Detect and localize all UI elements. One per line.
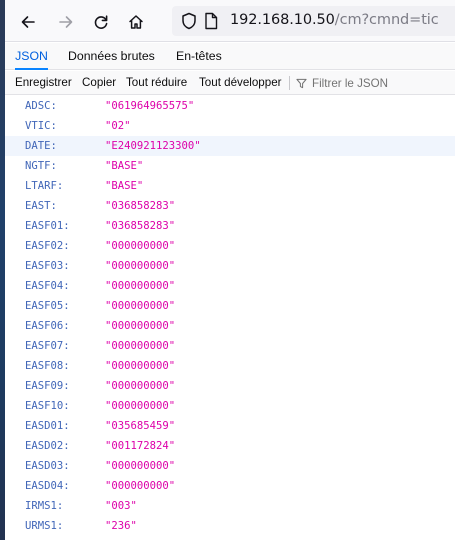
json-key: DATE: <box>25 140 57 152</box>
json-key: EASF08: <box>25 360 70 372</box>
json-row[interactable]: EASF06: "000000000" <box>5 316 455 336</box>
json-key: EASF10: <box>25 400 70 412</box>
browser-window: 192.168.10.50/cm?cmnd=tic JSON Données b… <box>5 0 455 540</box>
json-value: "236" <box>105 520 137 532</box>
json-key: EASD03: <box>25 460 70 472</box>
json-key: EASD04: <box>25 480 70 492</box>
json-value: "E240921123300" <box>105 140 201 152</box>
home-icon <box>129 15 143 29</box>
page-icon[interactable] <box>204 12 218 30</box>
json-key: NGTF: <box>25 160 57 172</box>
json-row[interactable]: EASF09: "000000000" <box>5 376 455 396</box>
json-value: "036858283" <box>105 200 176 212</box>
json-value: "000000000" <box>105 240 176 252</box>
filter-icon <box>296 78 307 88</box>
reload-icon <box>94 15 108 29</box>
json-key: EASF07: <box>25 340 70 352</box>
url-path: /cm?cmnd=tic <box>334 12 439 28</box>
navigation-toolbar: 192.168.10.50/cm?cmnd=tic <box>5 0 455 42</box>
json-key: LTARF: <box>25 180 64 192</box>
json-value: "001172824" <box>105 440 176 452</box>
address-bar[interactable]: 192.168.10.50/cm?cmnd=tic <box>172 6 455 36</box>
json-value: "003" <box>105 500 137 512</box>
json-key: EASD01: <box>25 420 70 432</box>
json-key: EASF09: <box>25 380 70 392</box>
json-value: "036858283" <box>105 220 176 232</box>
json-row[interactable]: EASF10: "000000000" <box>5 396 455 416</box>
back-arrow-icon <box>21 16 35 28</box>
json-key: EASF05: <box>25 300 70 312</box>
filter-placeholder: Filtrer le JSON <box>312 76 389 90</box>
shield-icon[interactable] <box>181 12 197 30</box>
json-value: "BASE" <box>105 180 144 192</box>
forward-button[interactable] <box>53 9 79 35</box>
json-value: "000000000" <box>105 300 176 312</box>
json-value: "061964965575" <box>105 100 195 112</box>
json-row[interactable]: EASF04: "000000000" <box>5 276 455 296</box>
json-value: "000000000" <box>105 340 176 352</box>
json-key: ADSC: <box>25 100 57 112</box>
json-key: URMS1: <box>25 520 64 532</box>
tab-raw-data[interactable]: Données brutes <box>68 43 155 70</box>
json-value: "000000000" <box>105 320 176 332</box>
json-key: EASF02: <box>25 240 70 252</box>
toolbar-divider <box>289 76 290 90</box>
json-key: EASD02: <box>25 440 70 452</box>
json-key: EASF06: <box>25 320 70 332</box>
reload-button[interactable] <box>88 9 114 35</box>
json-toolbar: Enregistrer Copier Tout réduire Tout dév… <box>5 71 455 95</box>
tab-headers[interactable]: En-têtes <box>176 43 222 70</box>
json-value: "035685459" <box>105 420 176 432</box>
json-row[interactable]: EASF05: "000000000" <box>5 296 455 316</box>
json-value: "000000000" <box>105 260 176 272</box>
json-key: EASF01: <box>25 220 70 232</box>
json-tree: ADSC: "061964965575" VTIC: "02" DATE: "E24092… <box>5 96 455 536</box>
json-row[interactable]: NGTF: "BASE" <box>5 156 455 176</box>
json-value: "000000000" <box>105 460 176 472</box>
url-host: 192.168.10.50 <box>230 12 335 28</box>
json-value: "02" <box>105 120 131 132</box>
back-button[interactable] <box>15 9 41 35</box>
json-row[interactable]: EAST: "036858283" <box>5 196 455 216</box>
json-value: "000000000" <box>105 360 176 372</box>
json-key: VTIC: <box>25 120 57 132</box>
json-row[interactable]: EASD02: "001172824" <box>5 436 455 456</box>
json-row[interactable]: DATE: "E240921123300" <box>5 136 455 156</box>
save-button[interactable]: Enregistrer <box>15 71 72 95</box>
json-row[interactable]: EASD04: "000000000" <box>5 476 455 496</box>
json-value: "000000000" <box>105 280 176 292</box>
expand-all-button[interactable]: Tout développer <box>199 71 282 95</box>
json-value: "BASE" <box>105 160 144 172</box>
json-row[interactable]: EASF08: "000000000" <box>5 356 455 376</box>
home-button[interactable] <box>123 9 149 35</box>
json-row[interactable]: EASF02: "000000000" <box>5 236 455 256</box>
json-row[interactable]: IRMS1: "003" <box>5 496 455 516</box>
json-key: IRMS1: <box>25 500 64 512</box>
json-row[interactable]: EASD03: "000000000" <box>5 456 455 476</box>
json-row[interactable]: URMS1: "236" <box>5 516 455 536</box>
json-row[interactable]: ADSC: "061964965575" <box>5 96 455 116</box>
json-value: "000000000" <box>105 380 176 392</box>
json-value: "000000000" <box>105 480 176 492</box>
json-key: EASF04: <box>25 280 70 292</box>
tab-json[interactable]: JSON <box>15 43 48 70</box>
json-key: EAST: <box>25 200 57 212</box>
json-key: EASF03: <box>25 260 70 272</box>
json-row[interactable]: EASF07: "000000000" <box>5 336 455 356</box>
json-row[interactable]: EASF01: "036858283" <box>5 216 455 236</box>
filter-json-field[interactable]: Filtrer le JSON <box>296 71 388 95</box>
json-row[interactable]: LTARF: "BASE" <box>5 176 455 196</box>
json-row[interactable]: EASD01: "035685459" <box>5 416 455 436</box>
url-text[interactable]: 192.168.10.50/cm?cmnd=tic <box>230 12 439 28</box>
forward-arrow-icon <box>59 16 73 28</box>
viewer-tab-bar: JSON Données brutes En-têtes <box>5 43 455 70</box>
json-row[interactable]: VTIC: "02" <box>5 116 455 136</box>
copy-button[interactable]: Copier <box>82 71 116 95</box>
json-value: "000000000" <box>105 400 176 412</box>
json-row[interactable]: EASF03: "000000000" <box>5 256 455 276</box>
collapse-all-button[interactable]: Tout réduire <box>126 71 187 95</box>
